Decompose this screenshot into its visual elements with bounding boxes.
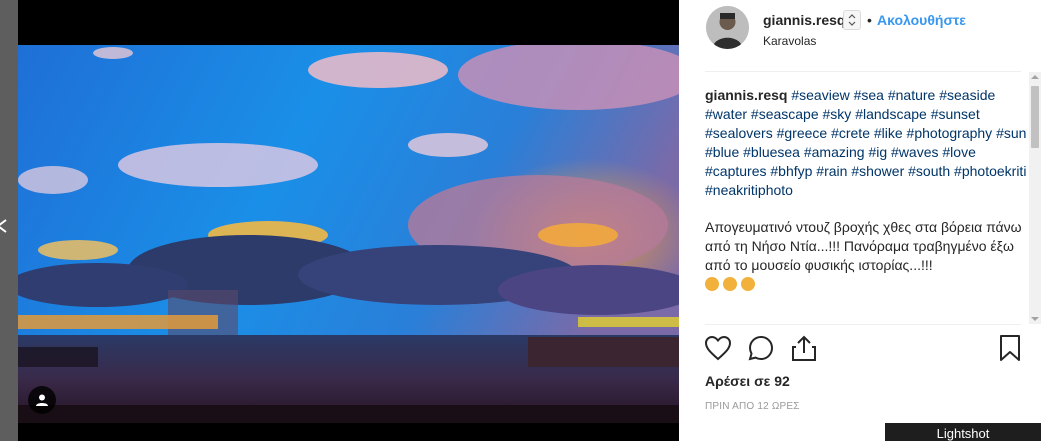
comment-bubble-icon[interactable] bbox=[746, 333, 776, 363]
header-divider bbox=[705, 71, 1021, 72]
action-bar bbox=[703, 333, 1025, 365]
caption-area: giannis.resq #seaview #sea #nature #seas… bbox=[705, 86, 1027, 324]
caption-text: Απογευματινό ντουζ βροχής χθες στα βόρει… bbox=[705, 219, 1022, 273]
landscape-photo bbox=[18, 45, 679, 423]
separator-dot: • bbox=[867, 12, 872, 28]
caption-username[interactable]: giannis.resq bbox=[705, 87, 787, 103]
scroll-thumb[interactable] bbox=[1031, 86, 1039, 148]
caption-block: giannis.resq #seaview #sea #nature #seas… bbox=[705, 86, 1027, 200]
post-author-username[interactable]: giannis.resq bbox=[763, 12, 845, 28]
scroll-up-icon[interactable] bbox=[1031, 75, 1039, 79]
share-icon[interactable] bbox=[789, 333, 819, 363]
likes-count[interactable]: Αρέσει σε 92 bbox=[705, 373, 790, 389]
account-switch-icon[interactable] bbox=[843, 10, 861, 30]
post-location[interactable]: Karavolas bbox=[763, 34, 816, 48]
follow-button[interactable]: Ακολουθήστε bbox=[877, 12, 966, 28]
caption-hashtags[interactable]: #seaview #sea #nature #seaside #water #s… bbox=[705, 87, 1026, 198]
bookmark-icon[interactable] bbox=[995, 333, 1025, 363]
caption-emoji-row bbox=[705, 277, 1027, 291]
post-header: giannis.resq • Ακολουθήστε Karavolas bbox=[679, 0, 1041, 72]
scroll-down-icon[interactable] bbox=[1031, 317, 1039, 321]
post-side-panel: giannis.resq • Ακολουθήστε Karavolas gia… bbox=[679, 0, 1041, 441]
post-photo[interactable] bbox=[18, 45, 679, 423]
lightshot-overlay[interactable]: Lightshot bbox=[885, 423, 1041, 441]
heart-icon[interactable] bbox=[703, 333, 733, 363]
chevron-left-icon[interactable] bbox=[0, 218, 10, 234]
post-media bbox=[18, 0, 679, 441]
post-timestamp[interactable]: ΠΡΙΝ ΑΠΟ 12 ΩΡΕΣ bbox=[705, 401, 800, 412]
avatar[interactable] bbox=[706, 6, 749, 49]
user-tag-icon[interactable] bbox=[28, 386, 56, 414]
caption-scrollbar[interactable] bbox=[1029, 72, 1041, 324]
actions-divider bbox=[705, 324, 1021, 325]
